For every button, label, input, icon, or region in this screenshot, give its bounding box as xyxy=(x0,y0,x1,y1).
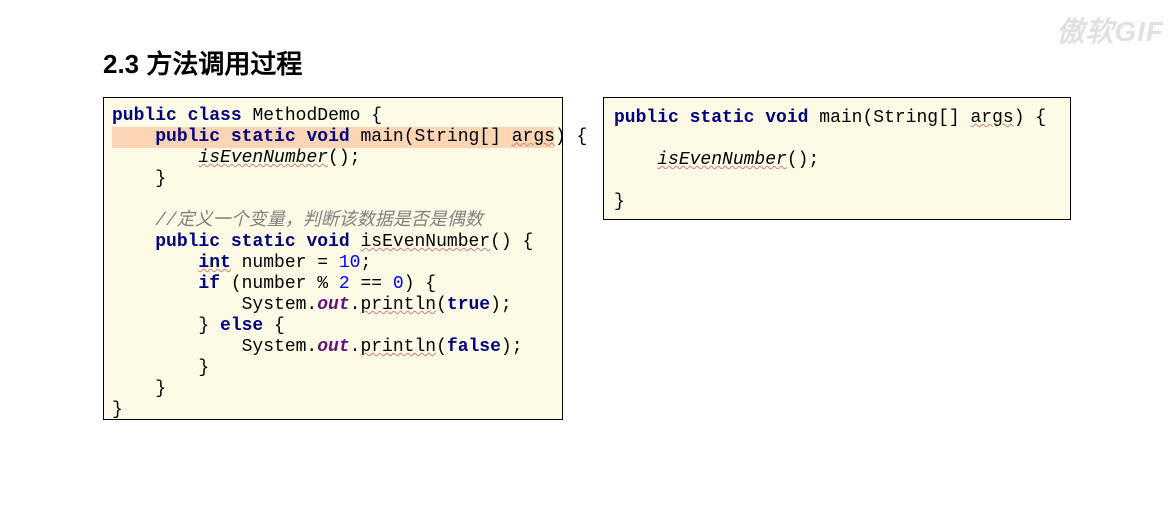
code-line: public class MethodDemo { xyxy=(112,106,382,126)
code-line: isEvenNumber(); xyxy=(112,148,360,168)
code-line: } xyxy=(112,400,123,420)
section-heading: 2.3 方法调用过程 xyxy=(103,44,302,81)
code-comment: //定义一个变量，判断该数据是否是偶数 xyxy=(112,211,483,231)
code-line: if (number % 2 == 0) { xyxy=(112,274,436,294)
code-line: } xyxy=(614,192,625,212)
code-box-left: public class MethodDemo { public static … xyxy=(103,97,563,420)
code-line: } xyxy=(112,379,166,399)
watermark: 傲软GIF xyxy=(1056,10,1164,50)
code-line: public static void isEvenNumber() { xyxy=(112,232,533,252)
code-line: isEvenNumber(); xyxy=(614,150,819,170)
code-line: int number = 10; xyxy=(112,253,371,273)
code-box-right: public static void main(String[] args) {… xyxy=(603,97,1071,220)
code-line: } else { xyxy=(112,316,285,336)
code-line: public static void main(String[] args) { xyxy=(614,108,1046,128)
code-line: System.out.println(false); xyxy=(112,337,523,357)
code-line: } xyxy=(112,169,166,189)
code-line: } xyxy=(112,358,209,378)
highlighted-line: public static void main(String[] args) { xyxy=(112,127,554,148)
code-line: System.out.println(true); xyxy=(112,295,512,315)
